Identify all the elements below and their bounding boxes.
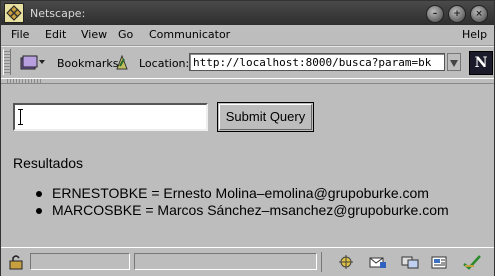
maximize-button[interactable]: +	[448, 5, 466, 23]
minimize-button[interactable]: –	[426, 5, 444, 23]
minimize-icon: –	[432, 9, 438, 19]
progress-field	[30, 253, 130, 270]
netscape-throbber[interactable]: N	[469, 51, 493, 75]
bookmarks-button[interactable]: Bookmarks	[57, 57, 118, 70]
toolbar-grip[interactable]	[3, 49, 11, 75]
maximize-icon: +	[453, 9, 461, 19]
security-lock-icon[interactable]	[7, 254, 25, 270]
component-tray	[321, 252, 492, 272]
menu-help[interactable]: Help	[462, 28, 487, 41]
bullet-icon	[36, 208, 42, 214]
menu-file[interactable]: File	[11, 28, 29, 41]
url-input[interactable]: http://localhost:8000/busca?param=bk	[189, 53, 445, 71]
url-history-dropdown[interactable]	[447, 53, 461, 71]
menu-edit[interactable]: Edit	[45, 28, 66, 41]
submit-query-button[interactable]: Submit Query	[217, 102, 314, 132]
mail-icon[interactable]	[368, 254, 388, 270]
component-bar-icon[interactable]	[336, 254, 356, 270]
title-bar[interactable]: Netscape: – + ×	[1, 1, 494, 25]
status-bar	[1, 247, 494, 276]
toolbar-separator	[1, 78, 494, 84]
results-list: ERNESTOBKE = Ernesto Molina–emolina@grup…	[34, 185, 449, 219]
result-text: MARCOSBKE = Marcos Sánchez–msanchez@grup…	[52, 202, 449, 218]
composer-icon[interactable]	[430, 254, 450, 270]
chevron-down-icon	[450, 60, 458, 67]
location-toolbar: Bookmarks Location: http://localhost:800…	[1, 46, 494, 79]
security-check-icon[interactable]	[462, 254, 482, 270]
netscape-logo-icon	[4, 3, 24, 23]
menu-view[interactable]: View	[81, 28, 107, 41]
status-message	[134, 253, 317, 270]
search-input[interactable]	[13, 103, 208, 131]
page-content: Submit Query Resultados ERNESTOBKE = Ern…	[2, 85, 493, 247]
list-item: MARCOSBKE = Marcos Sánchez–msanchez@grup…	[34, 202, 449, 219]
menu-go[interactable]: Go	[118, 28, 133, 41]
bullet-icon	[36, 191, 42, 197]
browser-window: Netscape: – + × File Edit View Go Commun…	[0, 0, 495, 276]
text-cursor-icon	[18, 109, 23, 125]
close-icon: ×	[475, 9, 483, 19]
window-title: Netscape:	[30, 6, 86, 20]
menu-bar: File Edit View Go Communicator Help	[1, 25, 494, 46]
list-item: ERNESTOBKE = Ernesto Molina–emolina@grup…	[34, 185, 449, 202]
menu-communicator[interactable]: Communicator	[149, 28, 230, 41]
discussions-icon[interactable]	[400, 254, 420, 270]
results-heading: Resultados	[13, 155, 84, 171]
result-text: ERNESTOBKE = Ernesto Molina–emolina@grup…	[52, 185, 429, 201]
location-label: Location:	[139, 57, 190, 70]
close-button[interactable]: ×	[470, 5, 488, 23]
submit-query-label: Submit Query	[219, 104, 312, 130]
collapsed-toolbar-tab[interactable]	[5, 79, 41, 83]
location-page-icon[interactable]	[114, 53, 130, 71]
bookmarks-icon[interactable]	[18, 53, 45, 71]
